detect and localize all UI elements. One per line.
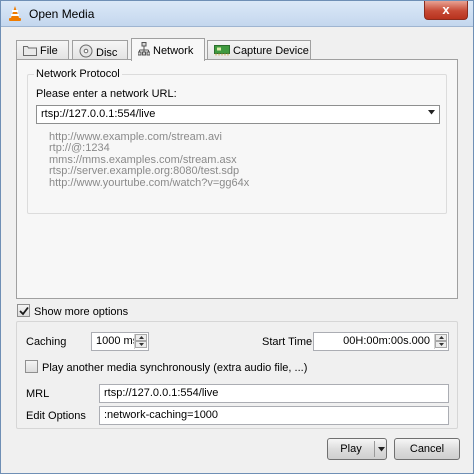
play-synchronously-label: Play another media synchronously (extra … <box>42 362 308 374</box>
tab-file-label: File <box>40 45 58 57</box>
spin-up-icon[interactable] <box>135 334 147 341</box>
vlc-cone-icon <box>9 6 21 21</box>
network-url-value: rtsp://127.0.0.1:554/live <box>41 108 156 120</box>
checkmark-icon <box>19 306 29 316</box>
url-example: http://www.yourtube.com/watch?v=gg64x <box>49 176 250 189</box>
caching-spin-buttons[interactable] <box>134 334 147 349</box>
network-url-label: Please enter a network URL: <box>36 88 177 100</box>
url-example: rtsp://server.example.org:8080/test.sdp <box>49 165 240 178</box>
group-title: Network Protocol <box>34 68 122 80</box>
show-more-options-label: Show more options <box>34 306 129 318</box>
open-media-dialog: Open Media x File Disc Network Capture D… <box>0 0 474 474</box>
network-protocol-group: Network Protocol Please enter a network … <box>27 68 447 214</box>
disc-icon <box>79 44 93 58</box>
window-title: Open Media <box>29 7 95 21</box>
folder-icon <box>23 46 37 56</box>
tab-capture-device-label: Capture Device <box>233 45 309 57</box>
capture-card-icon <box>214 45 230 56</box>
caching-spinbox[interactable]: 1000 ms <box>91 332 149 351</box>
dropdown-arrow-icon[interactable] <box>378 447 385 452</box>
dropdown-arrow-icon[interactable] <box>428 110 435 115</box>
show-more-options-toggle[interactable]: Show more options <box>17 304 128 318</box>
mrl-field[interactable]: rtsp://127.0.0.1:554/live <box>99 384 449 403</box>
tab-file[interactable]: File <box>16 40 69 60</box>
play-button[interactable]: Play <box>328 439 374 459</box>
close-button[interactable]: x <box>424 1 468 20</box>
mrl-value: rtsp://127.0.0.1:554/live <box>104 387 219 399</box>
url-examples-list: http://www.example.com/stream.avi rtp://… <box>49 131 250 189</box>
tab-network[interactable]: Network <box>131 38 205 61</box>
split-divider <box>374 441 375 457</box>
tab-capture-device[interactable]: Capture Device <box>207 40 311 60</box>
edit-options-value: :network-caching=1000 <box>104 409 219 421</box>
caching-label: Caching <box>26 336 67 348</box>
tab-network-label: Network <box>153 45 194 57</box>
network-tab-panel: Network Protocol Please enter a network … <box>16 59 458 299</box>
start-time-spinbox[interactable]: 00H:00m:00s.000 <box>313 332 449 351</box>
show-more-options-checkbox[interactable] <box>17 304 30 317</box>
network-icon <box>138 42 150 56</box>
edit-options-field[interactable]: :network-caching=1000 <box>99 406 449 425</box>
start-time-label: Start Time <box>262 336 313 348</box>
start-time-spin-buttons[interactable] <box>434 334 447 349</box>
play-synchronously-toggle[interactable]: Play another media synchronously (extra … <box>25 360 307 374</box>
spin-down-icon[interactable] <box>435 341 447 348</box>
spin-down-icon[interactable] <box>135 341 147 348</box>
tab-disc[interactable]: Disc <box>72 40 128 60</box>
edit-options-label: Edit Options <box>26 410 86 422</box>
play-synchronously-checkbox[interactable] <box>25 360 38 373</box>
start-time-value: 00H:00m:00s.000 <box>343 335 430 347</box>
network-url-combobox[interactable]: rtsp://127.0.0.1:554/live <box>36 105 440 124</box>
spin-up-icon[interactable] <box>435 334 447 341</box>
play-split-button[interactable]: Play <box>327 438 387 460</box>
mrl-label: MRL <box>26 388 50 400</box>
title-bar[interactable]: Open Media x <box>1 1 473 27</box>
close-icon: x <box>442 2 450 17</box>
more-options-panel: Caching 1000 ms Start Time 00H:00m:00s.0… <box>16 321 458 429</box>
tab-disc-label: Disc <box>96 47 118 59</box>
cancel-button[interactable]: Cancel <box>394 438 460 460</box>
caching-value: 1000 ms <box>96 335 139 347</box>
